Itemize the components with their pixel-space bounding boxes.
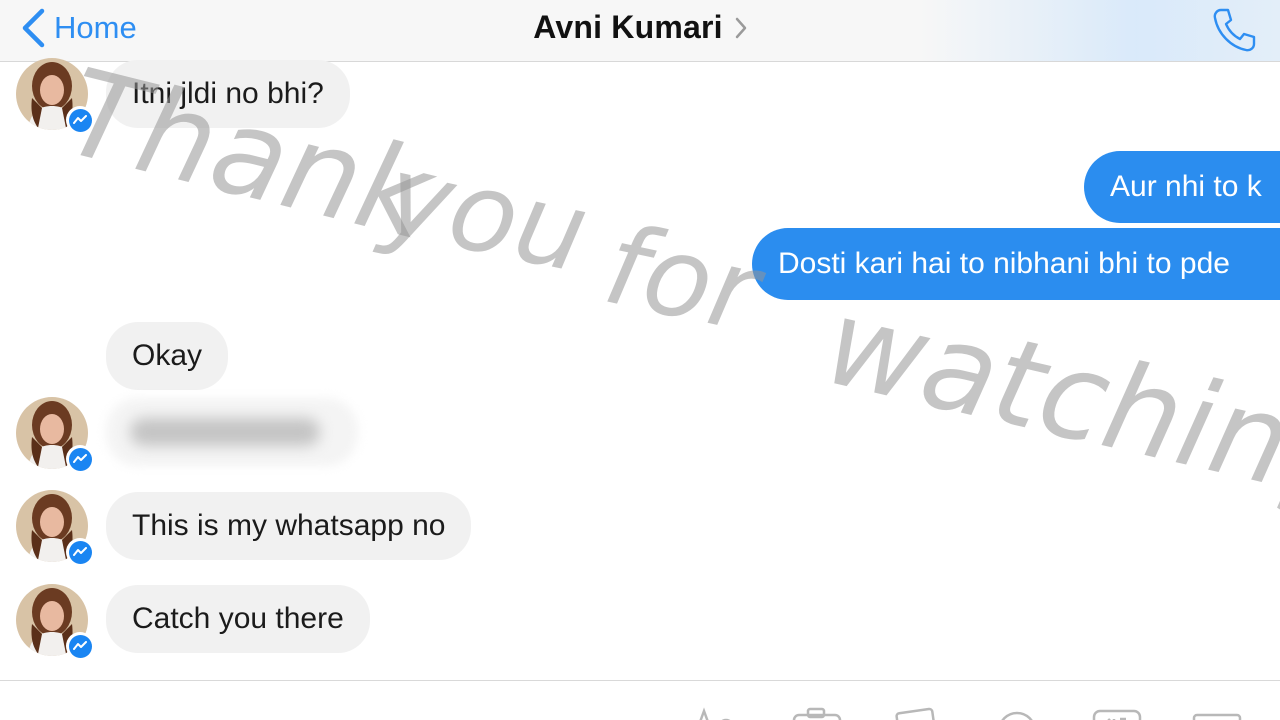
incoming-message[interactable]: Itni jldi no bhi? xyxy=(106,60,350,128)
contact-avatar[interactable] xyxy=(16,397,94,473)
watermark-word: watching xyxy=(813,273,1280,531)
text-format-icon[interactable] xyxy=(690,705,744,720)
chevron-right-icon xyxy=(735,17,746,39)
incoming-message[interactable]: Okay xyxy=(106,322,229,390)
phone-icon[interactable] xyxy=(1210,6,1258,54)
messenger-badge-icon xyxy=(66,632,94,660)
emoji-icon[interactable] xyxy=(990,705,1044,720)
more-icon[interactable] xyxy=(1190,705,1244,720)
watermark-word: you xyxy=(372,130,599,298)
contact-avatar[interactable] xyxy=(16,58,94,134)
messenger-badge-icon xyxy=(66,445,94,473)
back-button[interactable]: Home xyxy=(18,4,137,52)
blurred-message-text xyxy=(130,418,320,446)
contact-name: Avni Kumari xyxy=(533,8,723,45)
outgoing-message[interactable]: Dosti kari hai to nibhani bhi to pde xyxy=(752,228,1280,300)
gif-icon[interactable] xyxy=(1090,705,1144,720)
messenger-badge-icon xyxy=(66,106,94,134)
back-label: Home xyxy=(54,10,137,45)
contact-title-button[interactable]: Avni Kumari xyxy=(533,9,747,46)
incoming-message[interactable]: Catch you there xyxy=(106,585,370,653)
incoming-message[interactable]: This is my whatsapp no xyxy=(106,492,472,560)
watermark-word: for xyxy=(595,200,775,358)
chevron-left-icon xyxy=(22,8,45,48)
contact-avatar[interactable] xyxy=(16,584,94,660)
message-composer xyxy=(0,680,1280,720)
camera-icon[interactable] xyxy=(790,705,844,720)
photo-icon[interactable] xyxy=(890,705,944,720)
contact-avatar[interactable] xyxy=(16,490,94,566)
messenger-badge-icon xyxy=(66,538,94,566)
outgoing-message[interactable]: Aur nhi to k xyxy=(1084,151,1280,223)
conversation-header: Home Avni Kumari xyxy=(0,0,1280,62)
